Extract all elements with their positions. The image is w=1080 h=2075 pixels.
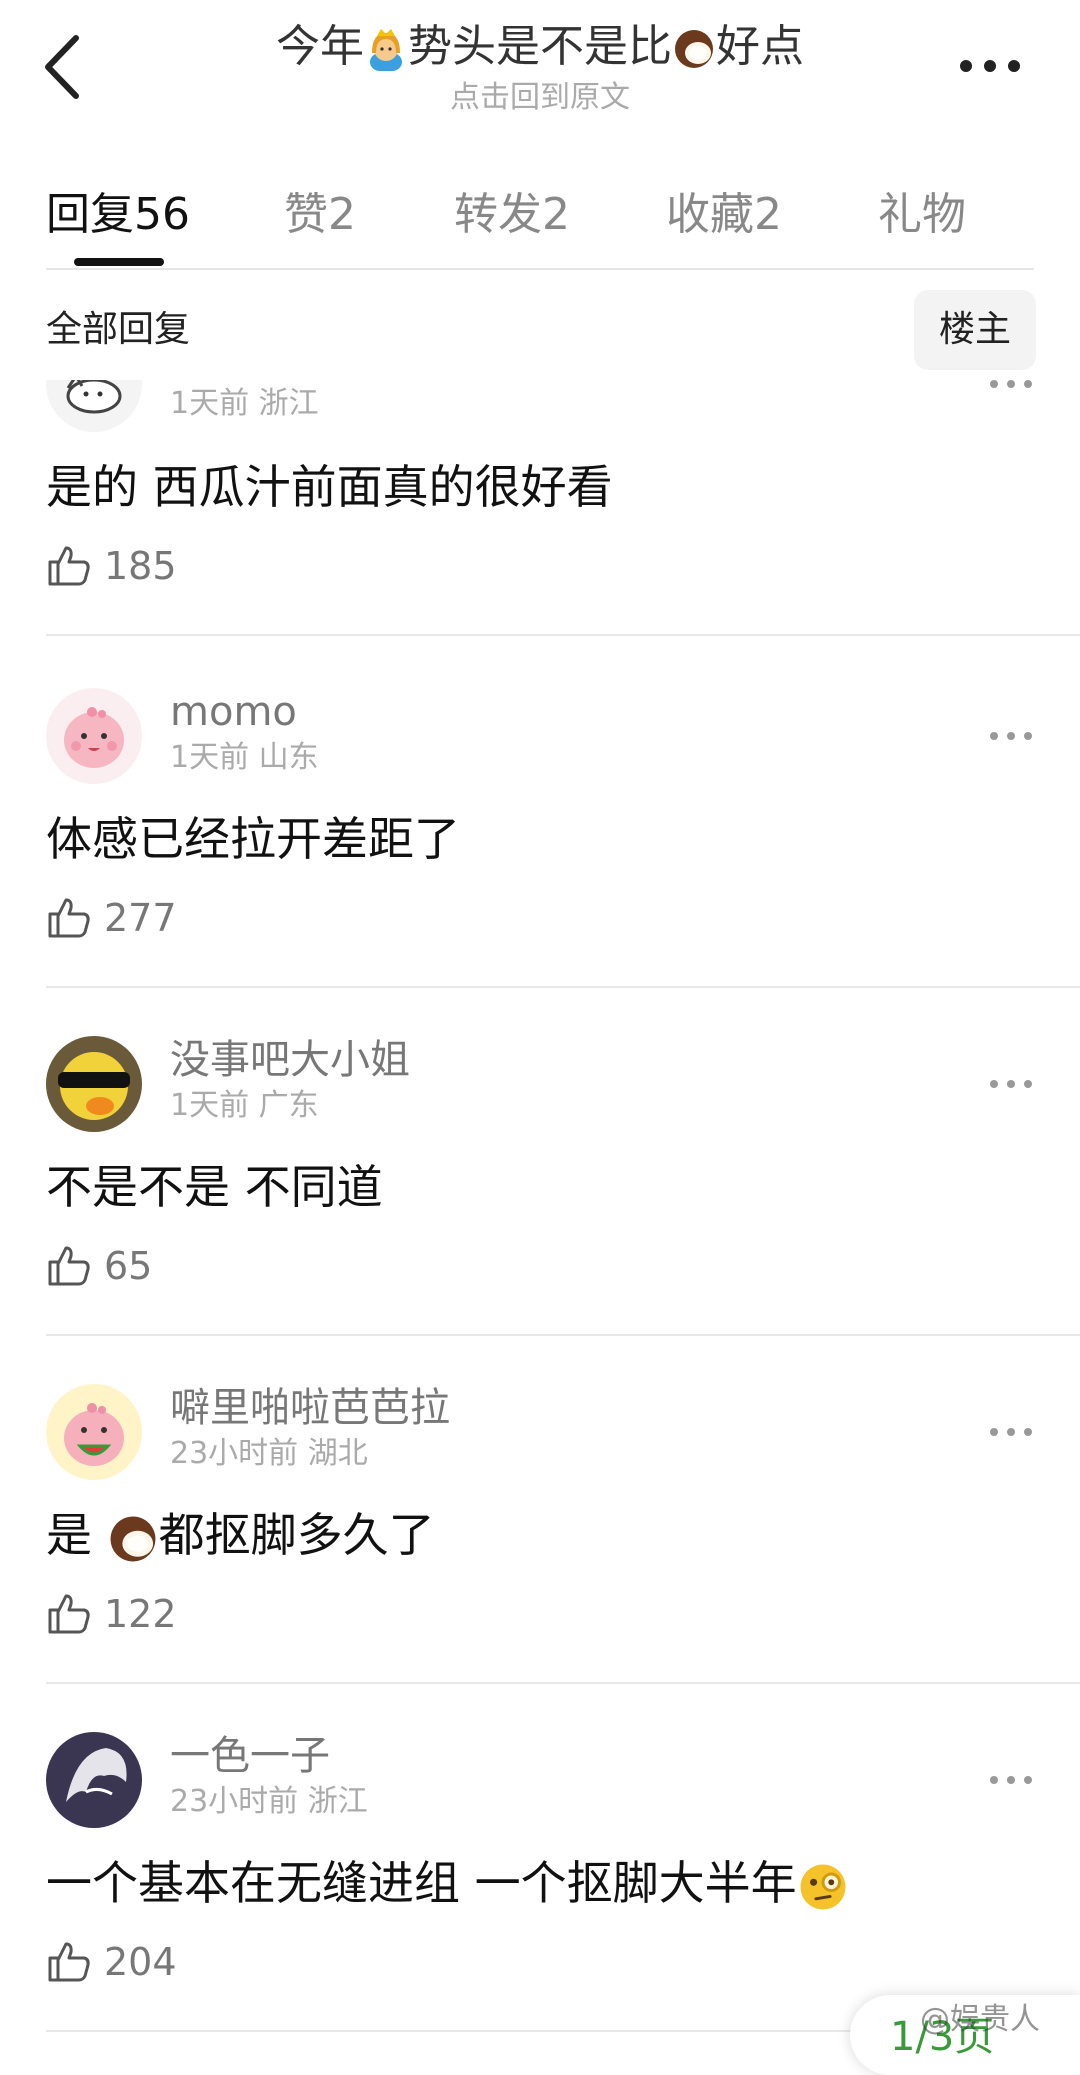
tab-gifts-label: 礼物 bbox=[878, 189, 966, 240]
thumbs-up-icon bbox=[48, 1942, 90, 1982]
comment-username[interactable]: momo bbox=[170, 684, 297, 740]
top-bar: 今年 势头是不是比 好点 点击回到原文 bbox=[0, 0, 1080, 130]
watermark: @娱贵人 bbox=[920, 2002, 1040, 2037]
comment-time: 23小时前 bbox=[170, 1784, 299, 1819]
comment-time: 1天前 bbox=[170, 740, 250, 775]
pink-dino-avatar-icon bbox=[46, 688, 142, 784]
thumbs-up-icon bbox=[48, 1594, 90, 1634]
tab-favorites-label: 收藏 bbox=[666, 189, 754, 240]
comment-divider bbox=[46, 986, 1080, 988]
comment-text: 是的 西瓜汁前面真的很好看 bbox=[46, 460, 613, 514]
more-options-icon[interactable] bbox=[956, 46, 1024, 86]
thumbs-up-icon bbox=[48, 1246, 90, 1286]
title-part-3: 好点 bbox=[716, 21, 804, 72]
tab-replies[interactable]: 回复56 bbox=[46, 180, 190, 250]
comment-region: 湖北 bbox=[307, 1436, 368, 1471]
comment-divider bbox=[46, 1334, 1080, 1336]
all-replies-label: 全部回复 bbox=[46, 309, 191, 350]
tabs-divider bbox=[46, 268, 1034, 270]
tab-replies-count: 56 bbox=[134, 189, 190, 240]
like-count: 277 bbox=[104, 896, 177, 940]
title-part-2: 势头是不是比 bbox=[408, 21, 672, 72]
comment-username[interactable]: 噼里啪啦芭芭拉 bbox=[170, 1380, 450, 1436]
comment-meta: 23小时前 浙江 bbox=[170, 1780, 368, 1824]
post-title[interactable]: 今年 势头是不是比 好点 bbox=[160, 12, 920, 82]
comment-text-part: 都抠脚多久了 bbox=[158, 1508, 435, 1562]
cartoon-sketch-avatar-icon bbox=[46, 380, 142, 432]
back-to-post-link[interactable]: 点击回到原文 bbox=[160, 78, 920, 118]
avatar[interactable] bbox=[46, 688, 142, 784]
comment-text-part: 一个基本在无缝进组 一个抠脚大半年 bbox=[46, 1856, 797, 1910]
comment-text: 是 都抠脚多久了 bbox=[46, 1500, 435, 1570]
comment-meta: 1天前 广东 bbox=[170, 1084, 319, 1128]
coconut-emoji-icon bbox=[110, 1516, 156, 1561]
comment-username[interactable]: 一色一子 bbox=[170, 1728, 330, 1784]
comment-item: momo 1天前 浙江 是的 西瓜汁前面真的很好看 185 bbox=[0, 380, 1080, 682]
avatar[interactable] bbox=[46, 1036, 142, 1132]
comment-time: 23小时前 bbox=[170, 1436, 299, 1471]
like-count: 122 bbox=[104, 1592, 177, 1636]
like-count: 204 bbox=[104, 1940, 177, 1984]
comment-more-icon[interactable] bbox=[988, 726, 1034, 746]
avatar[interactable] bbox=[46, 1732, 142, 1828]
comment-item: momo 1天前 山东 体感已经拉开差距了 277 bbox=[0, 682, 1080, 1028]
comment-list[interactable]: momo 1天前 浙江 是的 西瓜汁前面真的很好看 185 bbox=[0, 380, 1080, 2056]
comment-more-icon[interactable] bbox=[988, 1770, 1034, 1790]
tab-reposts-count: 2 bbox=[542, 189, 570, 240]
comment-region: 浙江 bbox=[307, 1784, 368, 1819]
like-count: 65 bbox=[104, 1244, 153, 1288]
comment-meta: 1天前 山东 bbox=[170, 736, 319, 780]
pink-dino-watermelon-avatar-icon bbox=[46, 1384, 142, 1480]
comment-meta: 1天前 浙江 bbox=[170, 382, 319, 426]
tab-likes-label: 赞 bbox=[284, 189, 328, 240]
comment-region: 广东 bbox=[258, 1088, 319, 1123]
tab-favorites-count: 2 bbox=[754, 189, 782, 240]
tab-favorites[interactable]: 收藏2 bbox=[666, 180, 782, 250]
comment-text: 一个基本在无缝进组 一个抠脚大半年 bbox=[46, 1848, 849, 1918]
active-tab-indicator bbox=[74, 258, 164, 266]
comment-text: 体感已经拉开差距了 bbox=[46, 812, 460, 866]
tab-likes[interactable]: 赞2 bbox=[284, 180, 356, 250]
comment-time: 1天前 bbox=[170, 386, 250, 421]
back-arrow-icon[interactable] bbox=[38, 32, 88, 102]
comment-item: 噼里啪啦芭芭拉 23小时前 湖北 是 都抠脚多久了 122 bbox=[0, 1374, 1080, 1720]
comment-region: 浙江 bbox=[258, 386, 319, 421]
thumbs-up-icon bbox=[48, 898, 90, 938]
avatar[interactable] bbox=[46, 1384, 142, 1480]
like-count: 185 bbox=[104, 544, 177, 588]
comment-more-icon[interactable] bbox=[988, 380, 1034, 394]
sunglasses-duck-avatar-icon bbox=[46, 1036, 142, 1132]
comment-more-icon[interactable] bbox=[988, 1422, 1034, 1442]
tab-gifts[interactable]: 礼物 bbox=[878, 180, 966, 250]
comment-username[interactable]: 没事吧大小姐 bbox=[170, 1032, 410, 1088]
comment-divider bbox=[46, 634, 1080, 636]
comment-item: 没事吧大小姐 1天前 广东 不是不是 不同道 65 bbox=[0, 1028, 1080, 1374]
tab-reposts-label: 转发 bbox=[454, 189, 542, 240]
comment-text: 不是不是 不同道 bbox=[46, 1160, 383, 1214]
op-only-button[interactable]: 楼主 bbox=[914, 290, 1036, 370]
monocle-face-emoji-icon bbox=[800, 1864, 846, 1909]
tab-reposts[interactable]: 转发2 bbox=[454, 180, 570, 250]
comment-time: 1天前 bbox=[170, 1088, 250, 1123]
thumbs-up-icon bbox=[48, 546, 90, 586]
comment-text-part: 是 bbox=[46, 1508, 107, 1562]
comment-more-icon[interactable] bbox=[988, 1074, 1034, 1094]
comment-region: 山东 bbox=[258, 740, 319, 775]
tab-likes-count: 2 bbox=[328, 189, 356, 240]
tab-replies-label: 回复 bbox=[46, 189, 134, 240]
coconut-emoji-icon bbox=[675, 30, 713, 68]
silver-hair-avatar-icon bbox=[46, 1732, 142, 1828]
comment-divider bbox=[46, 1682, 1080, 1684]
title-part-1: 今年 bbox=[276, 21, 364, 72]
avatar[interactable] bbox=[46, 380, 142, 432]
princess-emoji-icon bbox=[370, 29, 402, 71]
comment-meta: 23小时前 湖北 bbox=[170, 1432, 368, 1476]
